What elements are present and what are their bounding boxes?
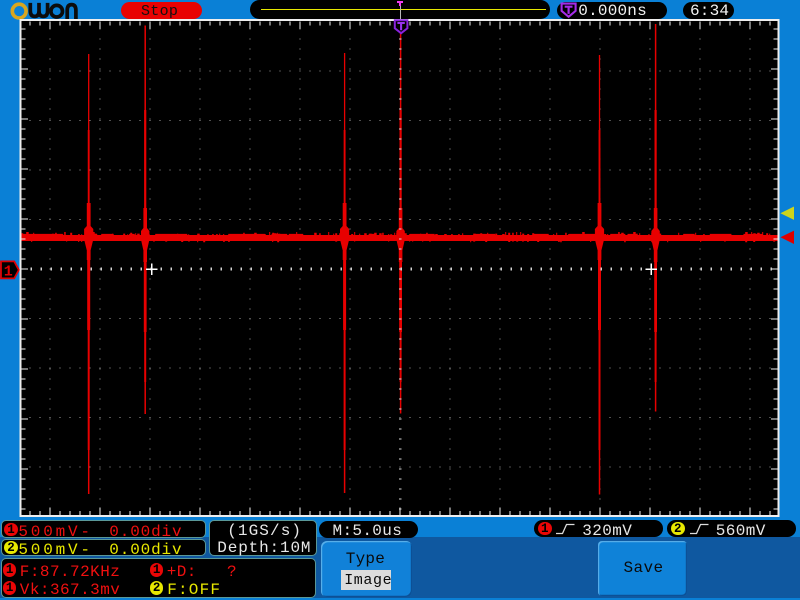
svg-text:1: 1 [4,263,13,280]
